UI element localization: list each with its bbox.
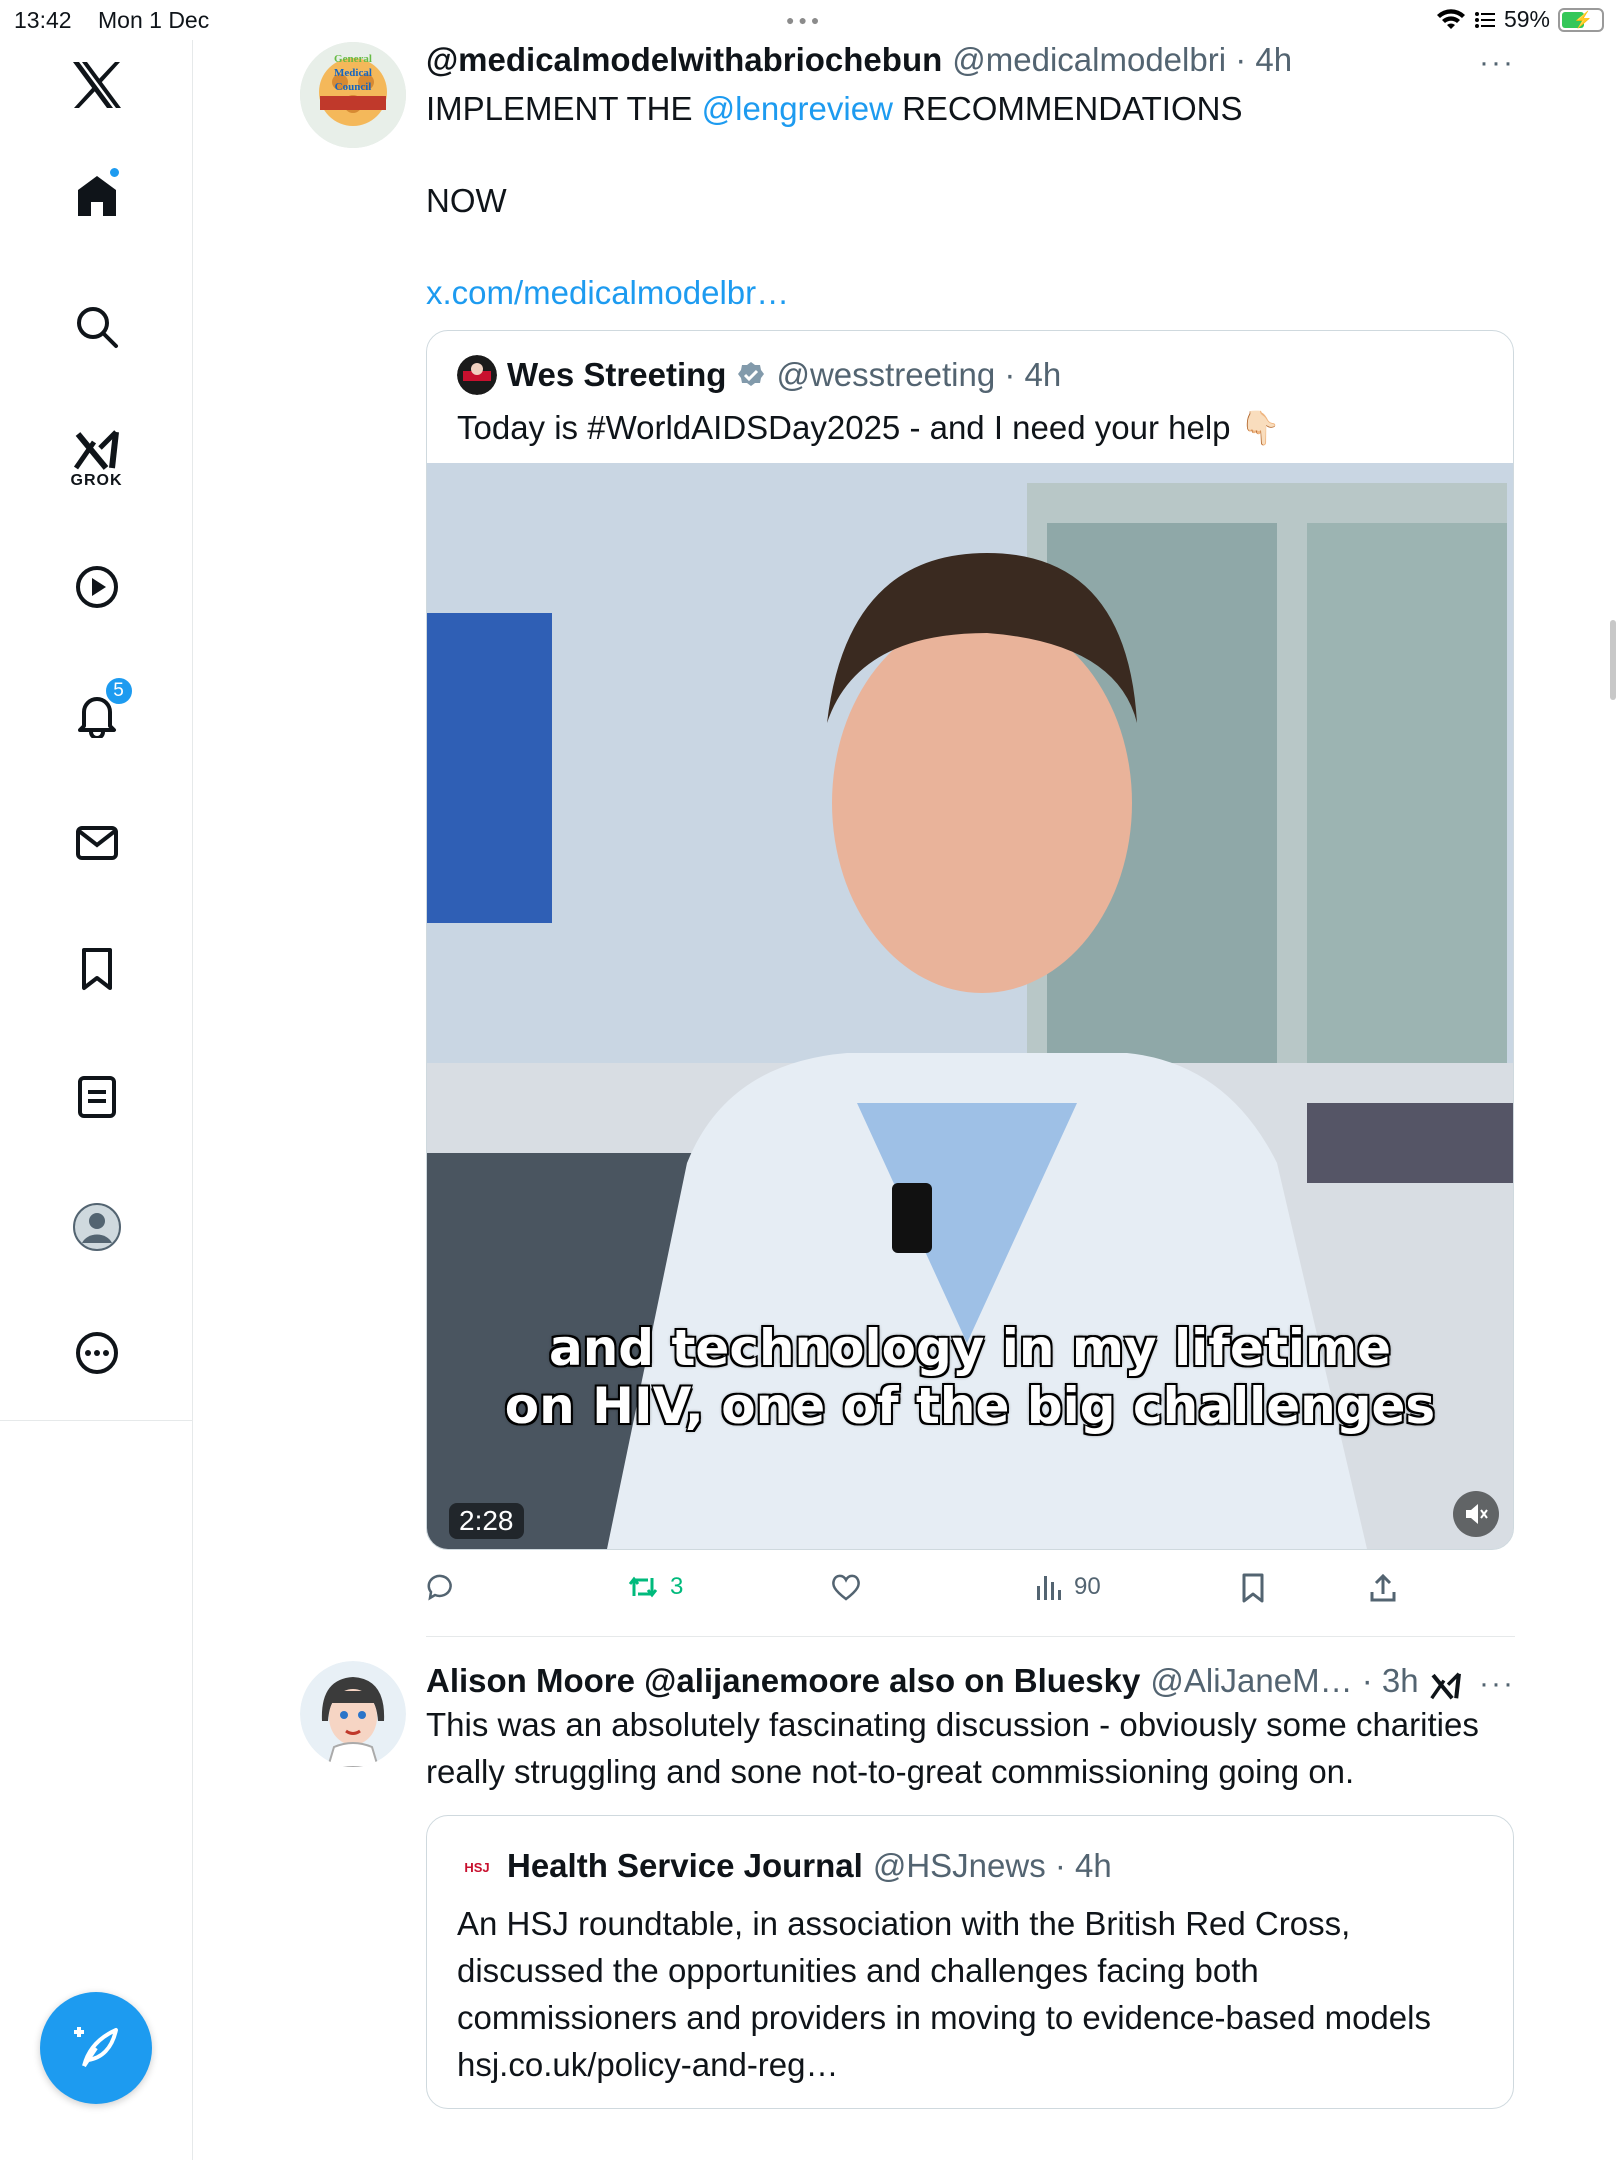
quoted-avatar[interactable]: HSJ — [457, 1846, 497, 1886]
video-player[interactable]: and technology in my lifetime on HIV, on… — [427, 463, 1513, 1549]
x-logo-icon[interactable] — [0, 60, 193, 110]
quoted-avatar[interactable] — [457, 355, 497, 395]
separator-dot: · — [1352, 1662, 1382, 1699]
status-time: 13:42 — [14, 7, 72, 33]
reply-button[interactable] — [426, 1572, 466, 1602]
status-bar: 13:42 Mon 1 Dec ●●● 59% ⚡ — [0, 0, 1620, 40]
video-icon[interactable] — [0, 564, 193, 610]
author-name[interactable]: Alison Moore @alijanemoore also on Blues… — [426, 1661, 1140, 1701]
quoted-tweet-time[interactable]: 4h — [1075, 1847, 1112, 1885]
repost-icon — [628, 1576, 658, 1598]
lists-icon[interactable] — [0, 1074, 193, 1120]
avatar-logo-text: General — [334, 53, 372, 65]
author-name[interactable]: @medicalmodelwithabriochebun — [426, 40, 942, 80]
grok-label: GROK — [70, 472, 123, 489]
tweet[interactable]: General Medical Council @medicalmodelwit… — [300, 40, 1515, 1636]
views-chart-icon — [1037, 1576, 1061, 1600]
tweet-actions: 3 90 — [426, 1550, 1515, 1636]
repost-button[interactable]: 3 — [626, 1572, 683, 1602]
bookmark-button[interactable] — [1238, 1572, 1268, 1604]
quoted-tweet[interactable]: HSJ Health Service Journal @HSJnews · 4h… — [426, 1815, 1514, 2109]
grok-icon[interactable]: GROK — [0, 428, 193, 490]
views-count: 90 — [1074, 1573, 1101, 1600]
reply-icon — [427, 1574, 452, 1601]
quoted-tweet-header: Wes Streeting @wesstreeting · 4h — [427, 331, 1513, 395]
muted-speaker-icon — [1466, 1504, 1488, 1524]
quoted-tweet-header: HSJ Health Service Journal @HSJnews · 4h — [457, 1842, 1483, 1890]
quoted-tweet-link[interactable]: hsj.co.uk/policy-and-reg… — [457, 2041, 1483, 2088]
tweet[interactable]: Alison Moore @alijanemoore also on Blues… — [300, 1637, 1515, 2109]
tweet-body: Alison Moore @alijanemoore also on Blues… — [426, 1661, 1515, 2109]
tweet-text-prefix: IMPLEMENT THE — [426, 90, 702, 127]
status-right: 59% ⚡ — [1436, 6, 1604, 33]
repost-count: 3 — [670, 1573, 684, 1600]
svg-text:Medical: Medical — [334, 67, 372, 79]
compose-feather-icon — [74, 2027, 118, 2068]
video-caption-line2: on HIV, one of the big challenges — [504, 1377, 1436, 1435]
share-button[interactable] — [1368, 1572, 1398, 1604]
verified-badge-icon — [738, 362, 765, 386]
avatar[interactable]: General Medical Council — [300, 42, 406, 148]
quoted-author-name[interactable]: Health Service Journal — [507, 1847, 863, 1885]
compose-button[interactable] — [40, 1992, 152, 2104]
notifications-icon[interactable]: 5 — [0, 676, 193, 738]
tweet-text-suffix: RECOMMENDATIONS — [892, 90, 1243, 127]
quoted-tweet[interactable]: Wes Streeting @wesstreeting · 4h Today i… — [426, 330, 1514, 1550]
avatar[interactable] — [300, 1661, 406, 1767]
sidebar-divider — [0, 1420, 193, 1421]
like-heart-icon — [832, 1574, 860, 1601]
mute-button[interactable] — [1453, 1491, 1499, 1537]
grok-explain-icon[interactable] — [1429, 1669, 1463, 1703]
views-button[interactable]: 90 — [1034, 1572, 1101, 1602]
scrollbar[interactable] — [1610, 620, 1616, 700]
hsj-logo-text: HSJ — [464, 1860, 489, 1875]
tweet-header: @medicalmodelwithabriochebun @medicalmod… — [426, 40, 1515, 80]
more-options-icon[interactable]: ··· — [1479, 46, 1515, 80]
share-icon — [1370, 1573, 1396, 1602]
notifications-badge: 5 — [103, 676, 134, 706]
quoted-tweet-time[interactable]: 4h — [1025, 356, 1062, 394]
profile-icon[interactable] — [0, 1202, 193, 1252]
video-caption-line1: and technology in my lifetime — [548, 1319, 1392, 1377]
home-icon[interactable] — [0, 166, 193, 218]
wifi-icon — [1436, 8, 1465, 29]
like-button[interactable] — [830, 1572, 872, 1602]
bookmarks-icon[interactable] — [0, 946, 193, 992]
svg-text:Council: Council — [335, 81, 372, 93]
sidebar: GROK 5 — [0, 40, 193, 2160]
tweet-text-line2: NOW — [426, 182, 507, 219]
bookmark-icon — [1242, 1573, 1264, 1603]
timeline-feed: General Medical Council @medicalmodelwit… — [300, 40, 1515, 2109]
quoted-tweet-text: An HSJ roundtable, in association with t… — [457, 1905, 1431, 2036]
status-date: Mon 1 Dec — [98, 7, 210, 33]
more-icon[interactable] — [0, 1330, 193, 1376]
video-duration: 2:28 — [449, 1503, 524, 1539]
multitasking-dots-icon[interactable]: ●●● — [786, 12, 823, 28]
mention-link[interactable]: @lengreview — [702, 90, 893, 127]
quoted-author-name[interactable]: Wes Streeting — [507, 356, 726, 394]
tweet-header: Alison Moore @alijanemoore also on Blues… — [426, 1661, 1515, 1701]
battery-icon: ⚡ — [1558, 7, 1604, 32]
tweet-link[interactable]: x.com/medicalmodelbr… — [426, 270, 1515, 316]
tweet-time[interactable]: 3h — [1382, 1661, 1419, 1701]
home-unread-dot — [107, 166, 121, 179]
quoted-author-handle[interactable]: @wesstreeting — [776, 356, 995, 394]
tweet-body: @medicalmodelwithabriochebun @medicalmod… — [426, 40, 1515, 1636]
separator-dot: · — [1226, 41, 1256, 78]
tweet-time[interactable]: 4h — [1255, 40, 1292, 80]
messages-icon[interactable] — [0, 820, 193, 866]
battery-percent: 59% — [1503, 6, 1550, 32]
author-handle[interactable]: @AliJaneM… — [1150, 1661, 1352, 1701]
quoted-tweet-text: Today is #WorldAIDSDay2025 - and I need … — [457, 409, 1281, 446]
more-options-icon[interactable]: ··· — [1479, 1667, 1515, 1701]
focus-list-icon — [1474, 11, 1495, 28]
tweet-text: IMPLEMENT THE @lengreview RECOMMENDATION… — [426, 86, 1515, 132]
author-handle[interactable]: @medicalmodelbri — [952, 40, 1226, 80]
search-icon[interactable] — [0, 304, 193, 350]
tweet-text: This was an absolutely fascinating discu… — [426, 1706, 1479, 1790]
quoted-author-handle[interactable]: @HSJnews — [873, 1847, 1046, 1885]
separator-dot: · — [995, 356, 1025, 393]
separator-dot: · — [1045, 1847, 1076, 1884]
